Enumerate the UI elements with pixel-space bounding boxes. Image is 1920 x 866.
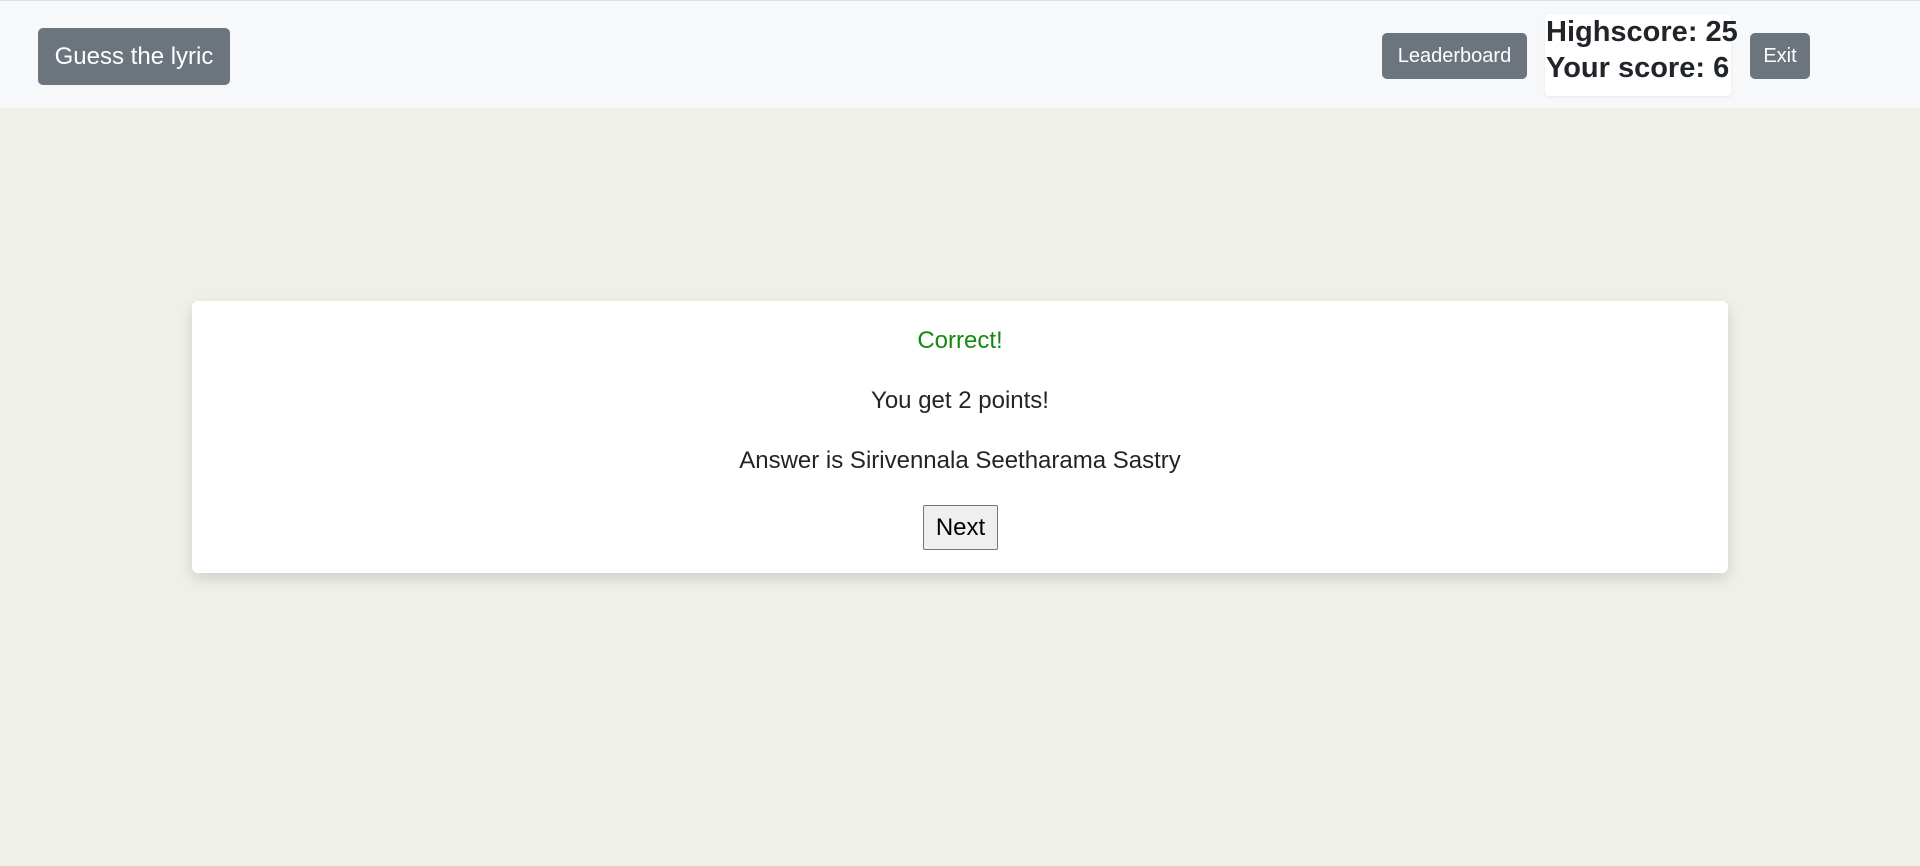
your-score-line: Your score: 6 xyxy=(1546,50,1731,86)
score-panel: Highscore: 25 Your score: 6 xyxy=(1545,14,1738,96)
navbar: Guess the lyric Leaderboard Highscore: 2… xyxy=(0,0,1920,108)
exit-button[interactable]: Exit xyxy=(1750,33,1810,79)
guess-the-lyric-button[interactable]: Guess the lyric xyxy=(38,28,230,85)
highscore-label: Highscore: xyxy=(1546,16,1698,48)
answer-message: Answer is Sirivennala Seetharama Sastry xyxy=(739,447,1181,474)
highscore-line: Highscore: 25 xyxy=(1546,14,1738,50)
points-message: You get 2 points! xyxy=(871,387,1049,414)
result-status: Correct! xyxy=(917,327,1003,354)
result-card: Correct! You get 2 points! Answer is Sir… xyxy=(192,301,1728,573)
your-score-value: 6 xyxy=(1713,52,1730,84)
leaderboard-button[interactable]: Leaderboard xyxy=(1382,33,1527,79)
highscore-value: 25 xyxy=(1705,16,1738,48)
next-button[interactable]: Next xyxy=(923,505,998,550)
your-score-label: Your score: xyxy=(1546,52,1706,84)
